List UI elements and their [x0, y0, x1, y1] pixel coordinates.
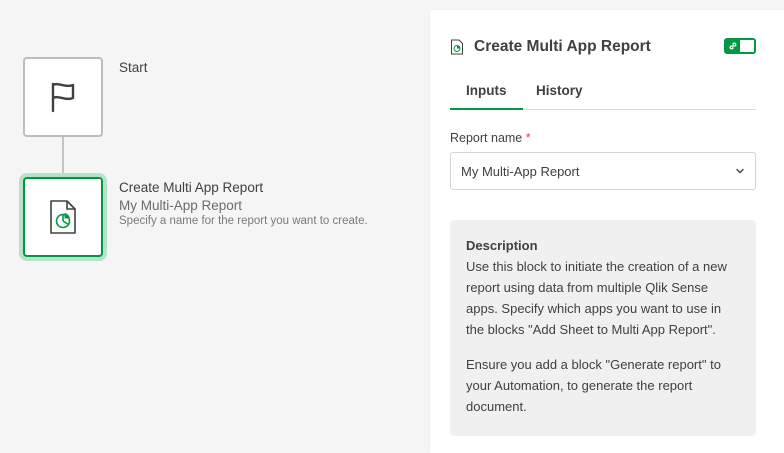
start-node-label: Start: [119, 60, 148, 75]
report-document-icon: [50, 200, 76, 234]
panel-title: Create Multi App Report: [474, 38, 651, 55]
start-node[interactable]: [23, 57, 103, 137]
flag-icon: [51, 82, 75, 113]
chevron-down-icon: [736, 168, 744, 174]
description-paragraph-2: Ensure you add a block "Generate report"…: [466, 357, 721, 414]
create-report-node[interactable]: [23, 177, 103, 257]
report-name-select[interactable]: My Multi-App Report: [450, 152, 756, 190]
report-node-subtitle: My Multi-App Report: [119, 198, 243, 213]
report-node-description: Specify a name for the report you want t…: [119, 215, 368, 227]
tab-inputs[interactable]: Inputs: [450, 80, 523, 110]
description-heading: Description: [466, 238, 538, 253]
report-name-label-text: Report name: [450, 131, 523, 145]
automation-canvas[interactable]: Start Create Multi App Report My Multi-A…: [0, 0, 430, 453]
block-enabled-toggle[interactable]: [724, 38, 756, 54]
report-name-label: Report name *: [450, 131, 531, 145]
panel-header: Create Multi App Report: [450, 36, 756, 58]
description-box: Description Use this block to initiate t…: [450, 220, 756, 436]
description-paragraph-1: Use this block to initiate the creation …: [466, 259, 727, 337]
link-icon: [729, 42, 737, 50]
panel-tabs: Inputs History: [450, 80, 756, 110]
report-node-title: Create Multi App Report: [119, 180, 264, 195]
report-document-icon: [451, 39, 463, 55]
required-marker: *: [525, 131, 531, 145]
report-name-value: My Multi-App Report: [461, 163, 580, 179]
tab-history[interactable]: History: [520, 80, 599, 110]
block-properties-panel: Create Multi App Report Inputs History R…: [430, 10, 784, 453]
node-connector: [62, 137, 64, 177]
